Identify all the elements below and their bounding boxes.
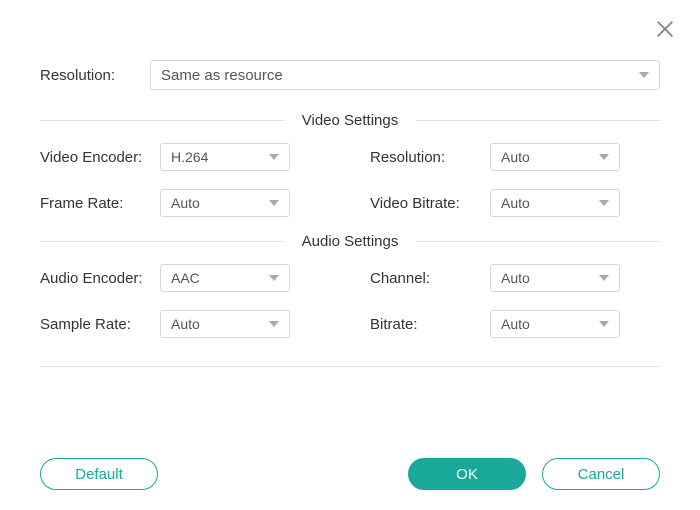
video-section-header: Video Settings xyxy=(40,112,660,129)
audio-settings-grid: Audio Encoder: AAC Channel: Auto Sample … xyxy=(40,264,660,338)
audio-encoder-value: AAC xyxy=(171,270,200,286)
audio-encoder-label: Audio Encoder: xyxy=(40,270,160,287)
video-bitrate-value: Auto xyxy=(501,195,530,211)
video-bitrate-label: Video Bitrate: xyxy=(370,195,490,212)
chevron-down-icon xyxy=(269,200,279,206)
frame-rate-label: Frame Rate: xyxy=(40,195,160,212)
chevron-down-icon xyxy=(269,275,279,281)
chevron-down-icon xyxy=(639,72,649,78)
audio-bitrate-select[interactable]: Auto xyxy=(490,310,620,338)
video-resolution-label: Resolution: xyxy=(370,149,490,166)
video-resolution-select[interactable]: Auto xyxy=(490,143,620,171)
close-icon[interactable] xyxy=(654,18,676,40)
audio-bitrate-value: Auto xyxy=(501,316,530,332)
video-encoder-value: H.264 xyxy=(171,149,208,165)
settings-dialog: Resolution: Same as resource Video Setti… xyxy=(0,0,700,510)
channel-value: Auto xyxy=(501,270,530,286)
footer: Default OK Cancel xyxy=(40,458,660,490)
chevron-down-icon xyxy=(599,154,609,160)
top-resolution-select[interactable]: Same as resource xyxy=(150,60,660,90)
video-resolution-value: Auto xyxy=(501,149,530,165)
frame-rate-select[interactable]: Auto xyxy=(160,189,290,217)
chevron-down-icon xyxy=(599,200,609,206)
video-settings-grid: Video Encoder: H.264 Resolution: Auto Fr… xyxy=(40,143,660,217)
audio-section-title: Audio Settings xyxy=(284,233,417,250)
top-resolution-value: Same as resource xyxy=(161,67,283,84)
video-bitrate-select[interactable]: Auto xyxy=(490,189,620,217)
chevron-down-icon xyxy=(269,154,279,160)
sample-rate-value: Auto xyxy=(171,316,200,332)
top-resolution-row: Resolution: Same as resource xyxy=(40,60,660,90)
audio-section-header: Audio Settings xyxy=(40,233,660,250)
chevron-down-icon xyxy=(599,321,609,327)
ok-button[interactable]: OK xyxy=(408,458,526,490)
video-section-title: Video Settings xyxy=(284,112,416,129)
channel-select[interactable]: Auto xyxy=(490,264,620,292)
channel-label: Channel: xyxy=(370,270,490,287)
audio-encoder-select[interactable]: AAC xyxy=(160,264,290,292)
video-encoder-label: Video Encoder: xyxy=(40,149,160,166)
frame-rate-value: Auto xyxy=(171,195,200,211)
top-resolution-label: Resolution: xyxy=(40,67,140,84)
sample-rate-label: Sample Rate: xyxy=(40,316,160,333)
audio-bitrate-label: Bitrate: xyxy=(370,316,490,333)
cancel-button[interactable]: Cancel xyxy=(542,458,660,490)
chevron-down-icon xyxy=(269,321,279,327)
sample-rate-select[interactable]: Auto xyxy=(160,310,290,338)
default-button[interactable]: Default xyxy=(40,458,158,490)
video-encoder-select[interactable]: H.264 xyxy=(160,143,290,171)
footer-divider xyxy=(40,366,660,367)
chevron-down-icon xyxy=(599,275,609,281)
